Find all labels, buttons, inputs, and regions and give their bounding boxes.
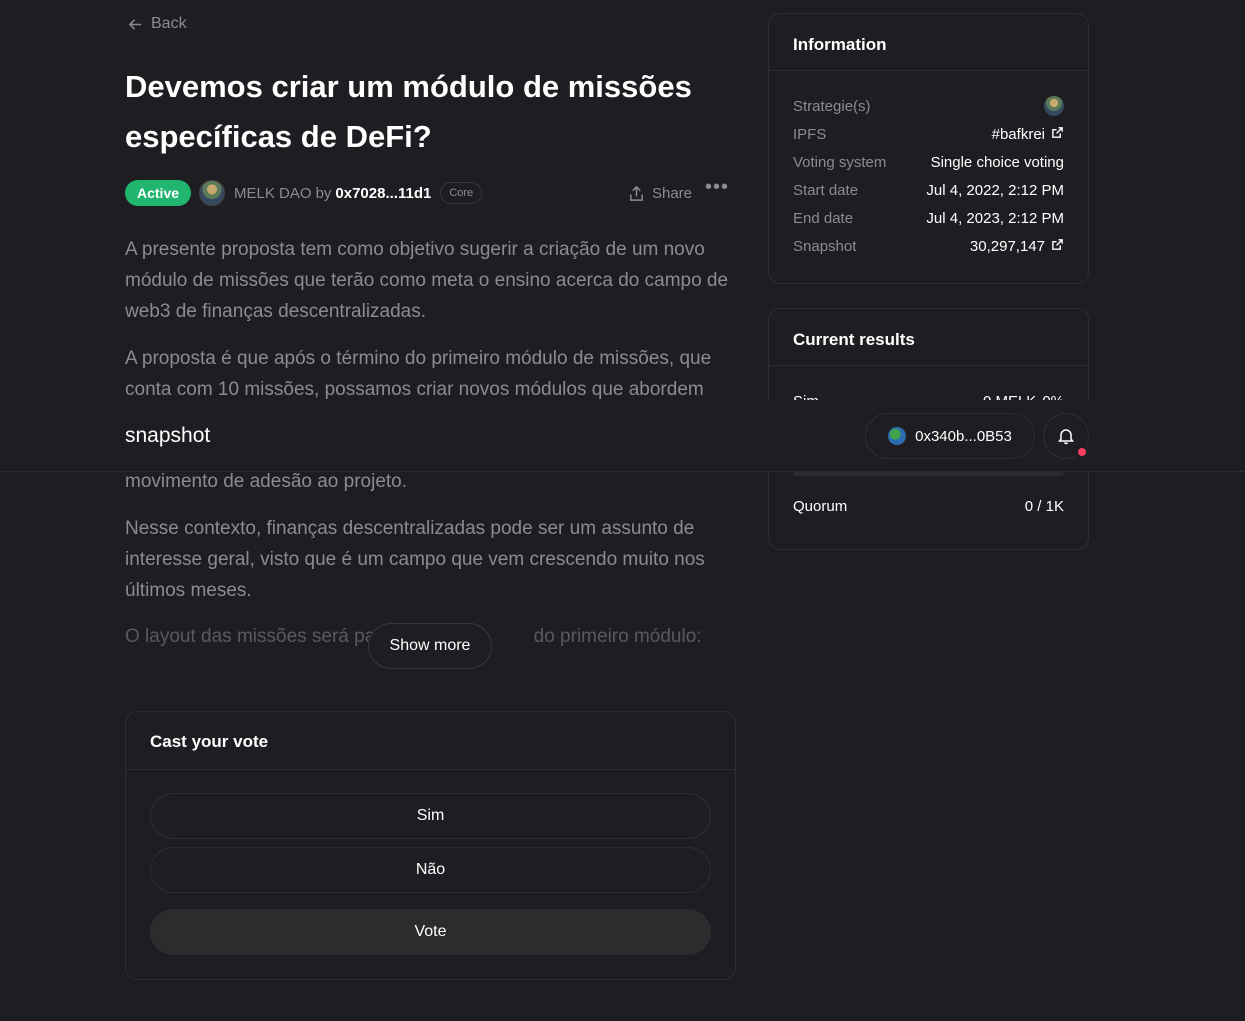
quorum-value: 0 / 1K <box>1024 497 1064 515</box>
info-value: Jul 4, 2023, 2:12 PM <box>926 209 1064 227</box>
external-link-icon <box>1051 126 1064 143</box>
cast-vote-card: Cast your vote Sim Não Vote <box>125 711 736 980</box>
back-link[interactable]: Back <box>128 15 187 33</box>
by-label: by <box>315 184 332 202</box>
show-more-button[interactable]: Show more <box>368 623 492 669</box>
vote-button[interactable]: Vote <box>150 909 711 955</box>
information-card: Information Strategie(s) IPFS #bafkrei V… <box>768 13 1089 284</box>
external-link-icon <box>1051 238 1064 255</box>
globe-icon <box>888 427 907 445</box>
account-address: 0x340b...0B53 <box>915 427 1012 445</box>
info-value: #bafkrei <box>991 125 1045 143</box>
quorum-row: Quorum 0 / 1K <box>793 494 1064 518</box>
info-row-start-date: Start date Jul 4, 2022, 2:12 PM <box>793 178 1064 202</box>
info-row-end-date: End date Jul 4, 2023, 2:12 PM <box>793 206 1064 230</box>
info-value: Single choice voting <box>930 153 1064 171</box>
info-value: Jul 4, 2022, 2:12 PM <box>926 181 1064 199</box>
information-title: Information <box>769 14 1088 71</box>
snapshot-link[interactable]: 30,297,147 <box>970 238 1064 255</box>
share-button[interactable]: Share <box>628 185 692 202</box>
back-label: Back <box>151 15 187 32</box>
arrow-left-icon <box>128 18 142 30</box>
info-row-strategies: Strategie(s) <box>793 94 1064 118</box>
info-key: End date <box>793 209 854 227</box>
body-paragraph: Nesse contexto, finanças descentralizada… <box>125 518 705 601</box>
quorum-label: Quorum <box>793 497 848 515</box>
proposal-title: Devemos criar um módulo de missões espec… <box>125 69 692 154</box>
info-key: Voting system <box>793 153 887 171</box>
core-badge: Core <box>440 182 483 204</box>
status-badge: Active <box>125 180 192 206</box>
proposal-meta: Active MELK DAO by 0x7028...11d1 Core Sh… <box>125 176 737 208</box>
proposal-body: A presente proposta tem como objetivo su… <box>125 234 737 421</box>
body-paragraph: A presente proposta tem como objetivo su… <box>125 239 729 322</box>
account-button[interactable]: 0x340b...0B53 <box>865 413 1035 459</box>
ipfs-link[interactable]: #bafkrei <box>992 126 1064 143</box>
more-options-button[interactable]: ••• <box>705 176 729 199</box>
author-address[interactable]: 0x7028...11d1 <box>335 185 431 202</box>
brand-logo[interactable]: snapshot <box>125 424 210 448</box>
info-row-ipfs: IPFS #bafkrei <box>793 122 1064 146</box>
info-value: 30,297,147 <box>969 237 1045 255</box>
info-key: IPFS <box>793 125 827 143</box>
bell-icon <box>1058 429 1074 445</box>
space-name[interactable]: MELK DAO <box>234 185 312 202</box>
notification-dot <box>1076 446 1088 458</box>
info-key: Start date <box>793 181 859 199</box>
share-label: Share <box>651 184 692 202</box>
info-key: Snapshot <box>793 237 857 255</box>
info-row-voting-system: Voting system Single choice voting <box>793 150 1064 174</box>
strategy-avatar[interactable] <box>1044 96 1064 116</box>
choice-nao-button[interactable]: Não <box>150 847 711 893</box>
space-avatar[interactable] <box>199 180 226 206</box>
cast-vote-title: Cast your vote <box>126 712 735 770</box>
current-results-title: Current results <box>769 309 1088 366</box>
share-icon <box>630 185 643 201</box>
info-key: Strategie(s) <box>793 97 871 115</box>
top-navbar: snapshot 0x340b...0B53 <box>0 400 1245 472</box>
info-row-snapshot: Snapshot 30,297,147 <box>793 234 1064 258</box>
body-paragraph: A proposta é que após o término do prime… <box>125 348 712 400</box>
choice-sim-button[interactable]: Sim <box>150 793 711 839</box>
